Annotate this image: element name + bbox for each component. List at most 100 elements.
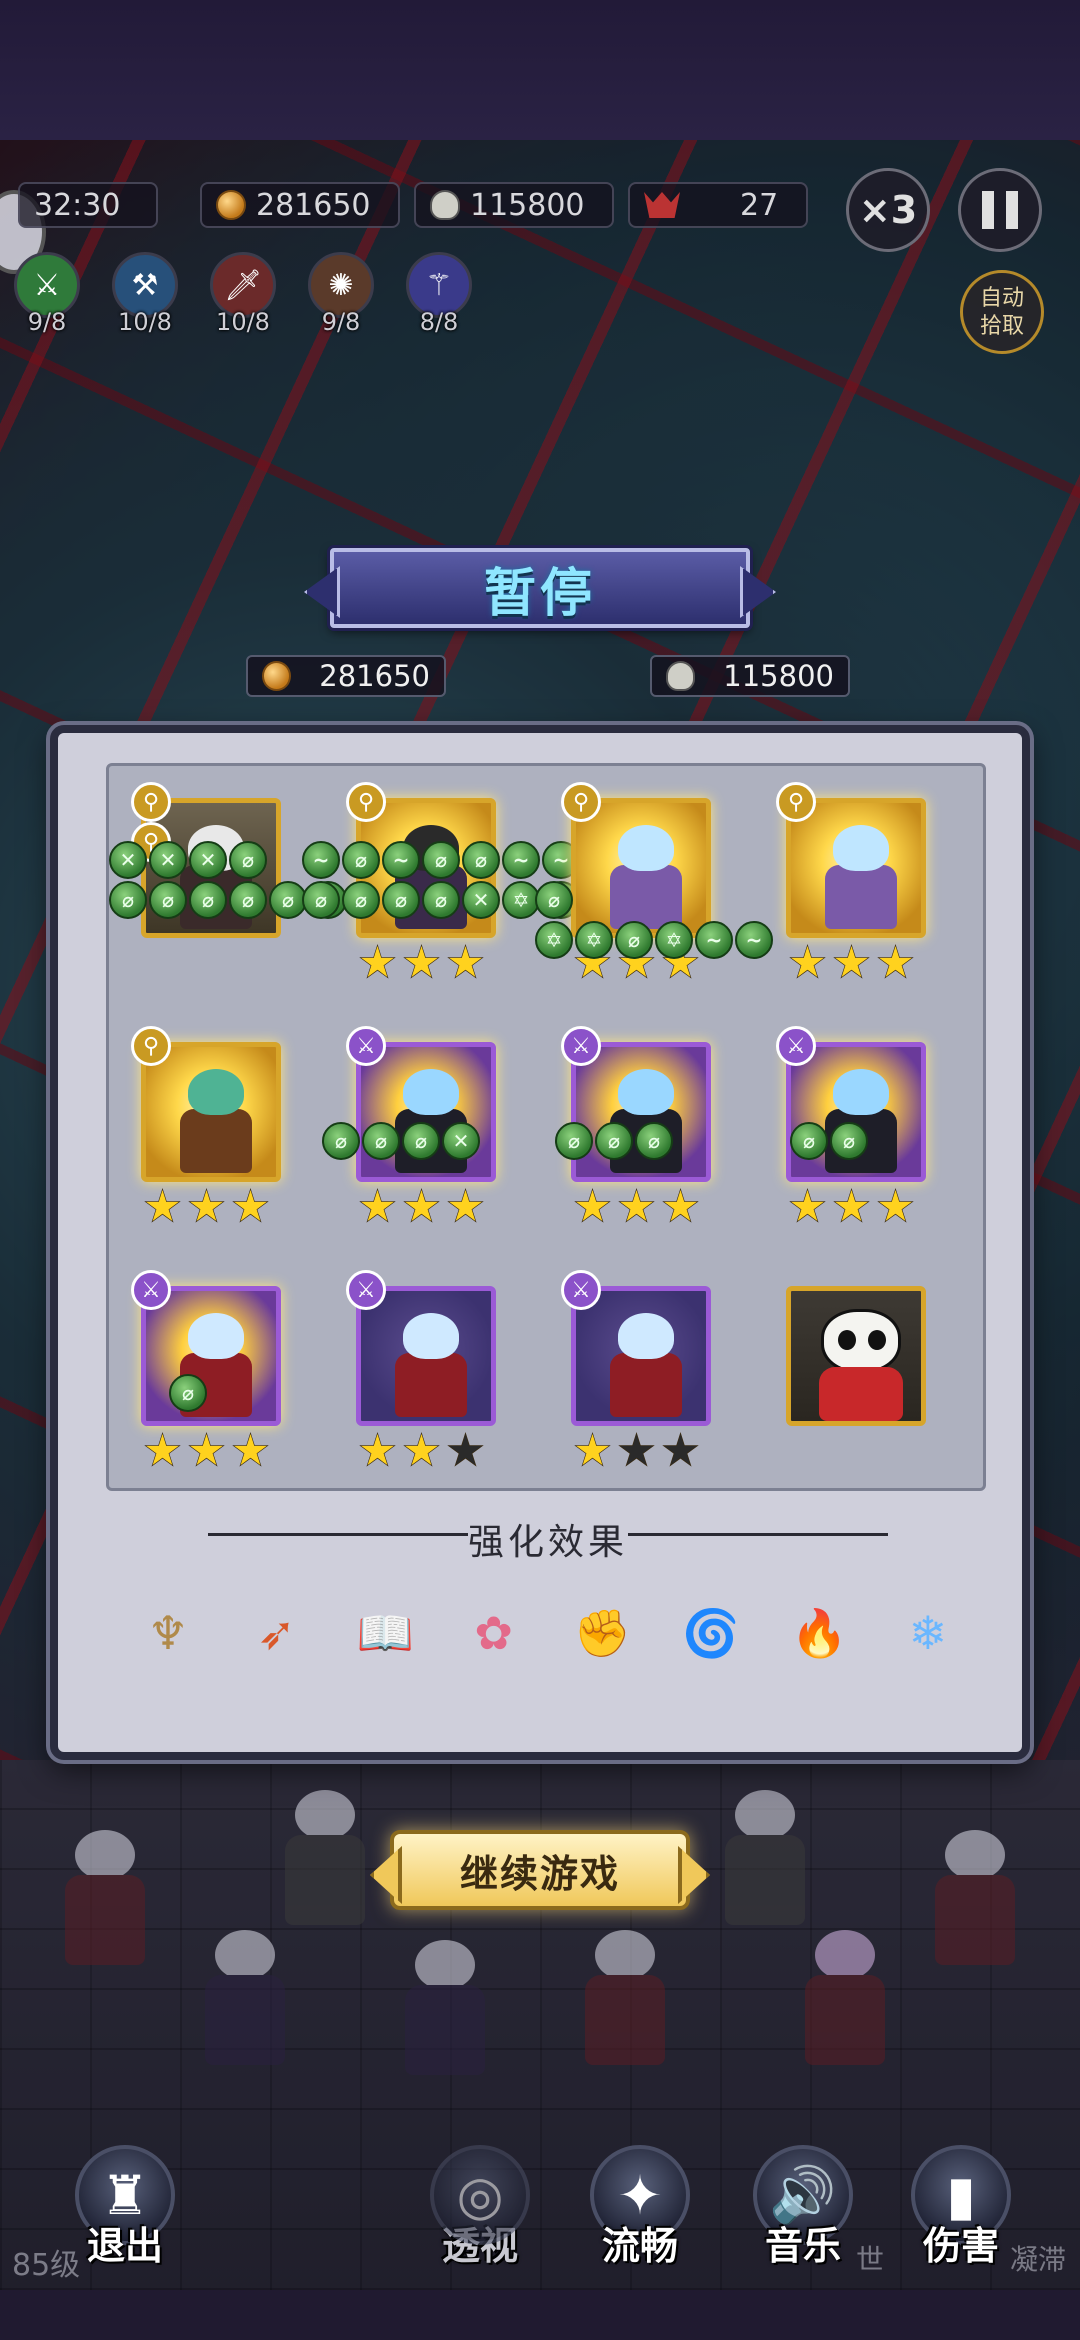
- pause-icon: [982, 191, 1018, 229]
- skill-slot: ⚒ 10/8: [108, 252, 182, 342]
- hero-slot-ice-mage-1[interactable]: ⚲ ⌀ ✡ ✡ ⌀ ✡ ~ ~: [535, 766, 773, 986]
- star-rating: [334, 944, 509, 982]
- exit-button[interactable]: ♜ 退出: [70, 2145, 180, 2270]
- hero-grid: ⚲⚲✕✕✕⌀⌀⌀⌀⌀⌀⌀⚲~⌀~⌀⌀~~⌀⌀⌀⌀⌀✕✡⌀~⚲⌀✡✡⌀✡~~⚲⚲⚔…: [106, 763, 986, 1491]
- staff-class-icon: ⚲: [776, 782, 816, 822]
- hero-slot-panda-mage-2[interactable]: ⚔: [334, 1254, 509, 1474]
- damage-button[interactable]: ▮ 伤害: [906, 2145, 1016, 2270]
- smooth-label: 流畅: [601, 2224, 678, 2268]
- equipment-orb-icon: ⌀: [535, 881, 573, 919]
- pause-button[interactable]: [958, 168, 1042, 252]
- star-rating: [764, 1188, 939, 1226]
- hero-slot-red-nun-2[interactable]: ⚔ ⌀ ⌀ ⌀: [549, 1010, 724, 1230]
- hero-slot-ice-mage-2[interactable]: ⚲: [764, 766, 939, 986]
- xray-button[interactable]: ◎ 透视: [425, 2145, 535, 2270]
- equipment-orb-row: ⌀: [169, 1374, 207, 1412]
- equipment-orb-row: ⌀ ⌀ ⌀ ✕: [322, 1122, 480, 1160]
- star-rating: [334, 1188, 509, 1226]
- equipment-orb-icon: ⌀: [615, 921, 653, 959]
- hero-slot-panda-pet[interactable]: [764, 1254, 939, 1474]
- skill-slot: 🗡 10/8: [206, 252, 280, 342]
- star-empty-icon: [449, 1434, 482, 1465]
- staff-class-icon: ⚲: [131, 1026, 171, 1066]
- equipment-orb-icon: ⌀: [189, 881, 227, 919]
- timer-text: 32:30: [34, 187, 121, 223]
- whirlwind-icon[interactable]: 🌀: [671, 1593, 751, 1673]
- star-filled-icon: [835, 1190, 868, 1221]
- star-filled-icon: [449, 946, 482, 977]
- faded-stagnate-label: 凝滞: [1010, 2243, 1067, 2276]
- gold-coin-icon: [262, 661, 292, 691]
- hero-slot-green-hair-ranger[interactable]: ⚲: [119, 1010, 294, 1230]
- skill-level: 8/8: [419, 308, 459, 336]
- equipment-orb-icon: ✕: [109, 841, 147, 879]
- hero-slot-red-nun-1[interactable]: ⚔ ⌀ ⌀ ⌀ ✕: [322, 1010, 509, 1230]
- star-filled-icon: [190, 1190, 223, 1221]
- wave-counter: 27: [628, 182, 808, 228]
- equipment-orb-icon: ~: [502, 841, 540, 879]
- equipment-orb-icon: ✡: [575, 921, 613, 959]
- strength-icon[interactable]: ✊: [562, 1593, 642, 1673]
- star-empty-icon: [620, 1434, 653, 1465]
- hero-slot-black-hair-swordsman[interactable]: ⚲~⌀~⌀⌀~~⌀⌀⌀⌀⌀✕✡⌀~: [302, 766, 620, 986]
- hero-portrait: [786, 1042, 926, 1182]
- equipment-orb-icon: ⌀: [422, 881, 460, 919]
- skill-level: 9/8: [27, 308, 67, 336]
- star-filled-icon: [664, 1190, 697, 1221]
- pause-gold-counter: 281650: [246, 655, 446, 697]
- star-empty-icon: [664, 1434, 697, 1465]
- star-filled-icon: [835, 946, 868, 977]
- star-filled-icon: [234, 1434, 267, 1465]
- dagger-class-icon: ⚔: [561, 1026, 601, 1066]
- ground-hero: [780, 1920, 910, 2090]
- hero-portrait: [356, 1042, 496, 1182]
- skill-slot: ✺ 9/8: [304, 252, 378, 342]
- hero-sprite-body: [610, 865, 682, 929]
- exit-label: 退出: [86, 2224, 163, 2268]
- speed-button[interactable]: ×3: [846, 168, 930, 252]
- skull-icon: [666, 661, 696, 691]
- skill-slot: ⚔ 9/8: [10, 252, 84, 342]
- purple-flame-icon[interactable]: 🔥: [779, 1593, 859, 1673]
- star-filled-icon: [879, 946, 912, 977]
- spellbook-icon[interactable]: 📖: [345, 1593, 425, 1673]
- hero-sprite-body: [180, 1109, 252, 1173]
- flower-burst-icon[interactable]: ✿: [454, 1593, 534, 1673]
- auto-pickup-label: 自动拾取: [979, 286, 1024, 339]
- puppet-icon[interactable]: ♆: [128, 1593, 208, 1673]
- auto-pickup-button[interactable]: 自动拾取: [960, 270, 1044, 354]
- hero-slot-red-nun-3[interactable]: ⚔ ⌀ ⌀: [764, 1010, 939, 1230]
- equipment-orb-icon: ⌀: [635, 1122, 673, 1160]
- star-filled-icon: [791, 1190, 824, 1221]
- equipment-orb-row: ✕ ✕ ✕ ⌀: [109, 841, 267, 879]
- swirl-icon: ◎: [430, 2145, 530, 2245]
- flaming-spear-icon[interactable]: ➶: [237, 1593, 317, 1673]
- star-rating: [119, 1188, 294, 1226]
- equipment-orb-icon: ⌀: [229, 841, 267, 879]
- hero-slot-panda-mage-3[interactable]: ⚔: [549, 1254, 724, 1474]
- hero-sprite-head: [618, 825, 674, 871]
- dagger-class-icon: ⚔: [561, 1270, 601, 1310]
- skull-icon: [430, 190, 460, 220]
- equipment-orb-icon: ⌀: [422, 841, 460, 879]
- staff-class-icon: ⚲: [131, 782, 171, 822]
- equipment-orb-icon: ⌀: [362, 1122, 400, 1160]
- bottom-strip: [0, 2290, 1080, 2340]
- music-button[interactable]: 🔊 音乐: [748, 2145, 858, 2270]
- hero-slot-panda-mage-1[interactable]: ⚔ ⌀: [119, 1254, 294, 1474]
- hero-slot-panda-girl-spearman[interactable]: ⚲⚲✕✕✕⌀⌀⌀⌀⌀⌀⌀: [109, 766, 347, 986]
- equipment-orb-icon: ~: [302, 841, 340, 879]
- skill-slot: ⚚ 8/8: [402, 252, 476, 342]
- equipment-orb-icon: ⌀: [830, 1122, 868, 1160]
- hero-portrait: [141, 1286, 281, 1426]
- star-rating: [764, 944, 939, 982]
- smooth-button[interactable]: ✦ 流畅: [585, 2145, 695, 2270]
- equipment-orb-row: ⌀ ⌀ ⌀: [555, 1122, 673, 1160]
- equipment-orb-icon: ⌀: [322, 1122, 360, 1160]
- continue-game-button[interactable]: 继续游戏: [390, 1830, 690, 1910]
- star-filled-icon: [576, 1434, 609, 1465]
- equipment-orb-icon: ⌀: [342, 841, 380, 879]
- hero-sprite-head: [403, 1069, 459, 1115]
- ice-shard-icon[interactable]: ❄: [888, 1593, 968, 1673]
- equipment-orb-icon: ⌀: [169, 1374, 207, 1412]
